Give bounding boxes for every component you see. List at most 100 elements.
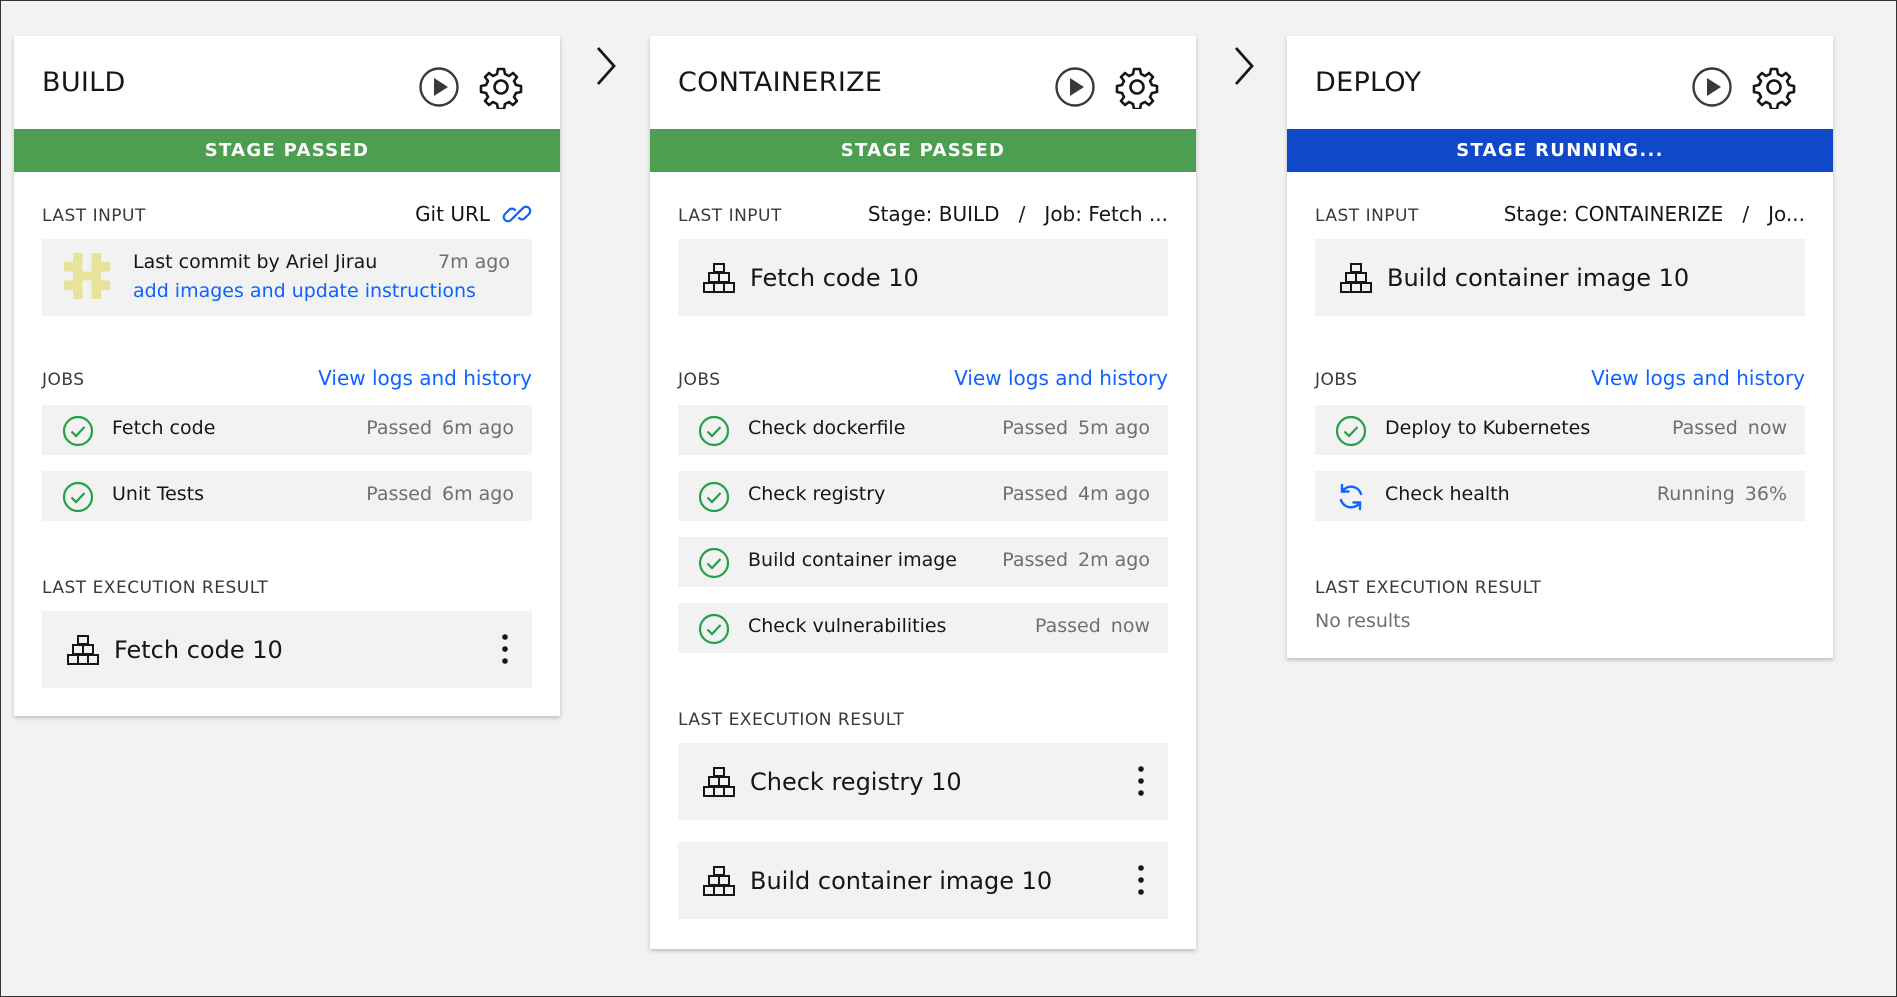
check-circle-icon <box>62 481 94 513</box>
jobs-label: JOBS <box>42 370 85 390</box>
job-status: Passed now <box>1671 417 1787 439</box>
job-status: Passed 6m ago <box>366 417 514 439</box>
stage-settings-button[interactable] <box>1749 62 1799 112</box>
running-sync-icon <box>1339 483 1363 511</box>
job-status: Passed 5m ago <box>1002 417 1150 439</box>
job-status: Passed 4m ago <box>1002 483 1150 505</box>
view-logs-link[interactable]: View logs and history <box>1591 366 1805 390</box>
stage-status-banner: STAGE PASSED <box>650 129 1196 172</box>
last-execution-result-label: LAST EXECUTION RESULT <box>678 710 905 730</box>
overflow-menu-icon[interactable] <box>500 631 510 667</box>
job-name: Build container image <box>748 549 957 571</box>
gear-icon <box>1115 67 1159 109</box>
stage-header: CONTAINERIZE <box>650 36 1196 129</box>
stage-settings-button[interactable] <box>476 62 526 112</box>
overflow-menu-icon[interactable] <box>1136 763 1146 799</box>
jobs-label: JOBS <box>1315 370 1358 390</box>
last-input-row: LAST INPUT Stage: CONTAINERIZE / Jo... <box>1315 196 1805 226</box>
job-row[interactable]: Deploy to Kubernetes Passed now <box>1315 405 1805 455</box>
job-name: Fetch code <box>112 417 216 439</box>
last-input-row: LAST INPUT Git URL <box>42 196 532 226</box>
job-row[interactable]: Fetch code Passed 6m ago <box>42 405 532 455</box>
jobs-header: JOBS View logs and history <box>42 360 532 390</box>
job-row[interactable]: Check vulnerabilities Passed now <box>678 603 1168 653</box>
stack-icon <box>1340 262 1372 293</box>
play-icon <box>419 67 459 107</box>
result-name: Check registry 10 <box>750 767 962 796</box>
view-logs-link[interactable]: View logs and history <box>954 366 1168 390</box>
jobs-header: JOBS View logs and history <box>1315 360 1805 390</box>
jobs-header: JOBS View logs and history <box>678 360 1168 390</box>
last-input-value: Stage: CONTAINERIZE / Jo... <box>1503 202 1805 226</box>
job-name: Check registry <box>748 483 886 505</box>
check-circle-icon <box>698 547 730 579</box>
chevron-right-icon <box>1234 47 1254 85</box>
last-input-value: Stage: BUILD / Job: Fetch ... <box>867 202 1168 226</box>
stage-status-banner: STAGE PASSED <box>14 129 560 172</box>
no-results-text: No results <box>1315 610 1411 632</box>
stage-title: CONTAINERIZE <box>678 67 883 98</box>
stack-icon <box>703 865 735 896</box>
result-header: LAST EXECUTION RESULT <box>678 700 1168 730</box>
job-status: Passed 2m ago <box>1002 549 1150 571</box>
check-circle-icon <box>698 415 730 447</box>
job-row[interactable]: Check registry Passed 4m ago <box>678 471 1168 521</box>
run-stage-button[interactable] <box>1687 62 1737 112</box>
job-row[interactable]: Check dockerfile Passed 5m ago <box>678 405 1168 455</box>
chevron-right-icon <box>596 47 616 85</box>
stage-card-build: BUILD STAGE PASSED LAST INPUT Git URL La… <box>14 36 560 716</box>
stage-title: BUILD <box>42 67 126 98</box>
git-url-label: Git URL <box>415 202 490 226</box>
stage-card-containerize: CONTAINERIZE STAGE PASSED LAST INPUT Sta… <box>650 36 1196 949</box>
input-name: Fetch code 10 <box>750 263 919 292</box>
last-input-value: Git URL <box>415 202 532 226</box>
result-tile[interactable]: Build container image 10 <box>678 842 1168 919</box>
job-status: Passed 6m ago <box>366 483 514 505</box>
stage-card-deploy: DEPLOY STAGE RUNNING... LAST INPUT Stage… <box>1287 36 1833 658</box>
result-tile[interactable]: Check registry 10 <box>678 743 1168 820</box>
last-execution-result-label: LAST EXECUTION RESULT <box>42 578 269 598</box>
play-icon <box>1692 67 1732 107</box>
job-name: Check dockerfile <box>748 417 906 439</box>
check-circle-icon <box>62 415 94 447</box>
commit-message-link[interactable]: add images and update instructions <box>133 280 476 302</box>
run-stage-button[interactable] <box>1050 62 1100 112</box>
check-circle-icon <box>1335 415 1367 447</box>
result-header: LAST EXECUTION RESULT <box>1315 568 1805 598</box>
last-input-label: LAST INPUT <box>42 206 146 226</box>
check-circle-icon <box>698 613 730 645</box>
run-stage-button[interactable] <box>414 62 464 112</box>
job-row[interactable]: Build container image Passed 2m ago <box>678 537 1168 587</box>
job-row[interactable]: Check health Running 36% <box>1315 471 1805 521</box>
avatar <box>64 253 110 299</box>
input-tile[interactable]: Fetch code 10 <box>678 239 1168 316</box>
jobs-label: JOBS <box>678 370 721 390</box>
view-logs-link[interactable]: View logs and history <box>318 366 532 390</box>
commit-author: Last commit by Ariel Jirau <box>133 251 378 273</box>
result-tile[interactable]: Fetch code 10 <box>42 611 532 688</box>
stage-status-banner: STAGE RUNNING... <box>1287 129 1833 172</box>
job-status: Running 36% <box>1656 483 1787 505</box>
gear-icon <box>1752 67 1796 109</box>
check-circle-icon <box>698 481 730 513</box>
job-status: Passed now <box>1034 615 1150 637</box>
job-row[interactable]: Unit Tests Passed 6m ago <box>42 471 532 521</box>
result-name: Build container image 10 <box>750 866 1053 895</box>
last-commit-tile: Last commit by Ariel Jirau 7m ago add im… <box>42 239 532 316</box>
job-name: Unit Tests <box>112 483 205 505</box>
commit-time: 7m ago <box>438 251 510 273</box>
stack-icon <box>67 634 99 665</box>
stage-settings-button[interactable] <box>1112 62 1162 112</box>
stack-icon <box>703 262 735 293</box>
link-icon[interactable] <box>502 202 532 226</box>
last-input-label: LAST INPUT <box>1315 206 1419 226</box>
input-tile[interactable]: Build container image 10 <box>1315 239 1805 316</box>
stage-header: DEPLOY <box>1287 36 1833 129</box>
gear-icon <box>479 67 523 109</box>
result-name: Fetch code 10 <box>114 635 283 664</box>
stage-header: BUILD <box>14 36 560 129</box>
input-name: Build container image 10 <box>1387 263 1690 292</box>
job-name: Check vulnerabilities <box>748 615 947 637</box>
overflow-menu-icon[interactable] <box>1136 862 1146 898</box>
last-execution-result-label: LAST EXECUTION RESULT <box>1315 578 1542 598</box>
